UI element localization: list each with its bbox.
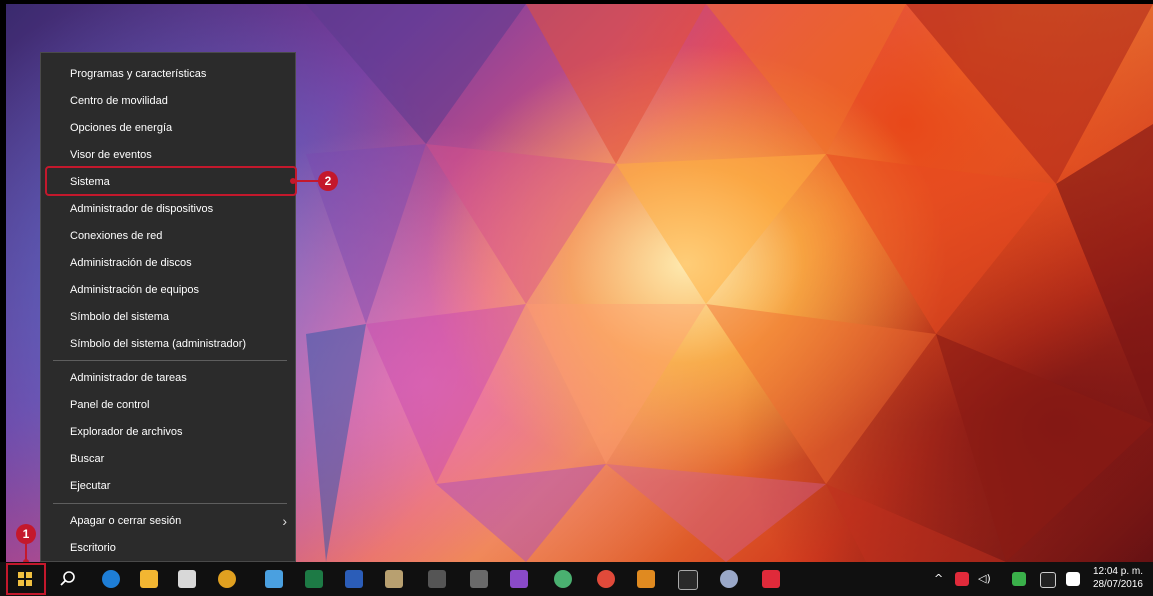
menu-item-control-panel[interactable]: Panel de control xyxy=(41,392,295,418)
system-highlight-box xyxy=(45,166,297,196)
menu-item-shutdown-label: Apagar o cerrar sesión xyxy=(70,515,182,527)
menu-item-task-manager[interactable]: Administrador de tareas xyxy=(41,365,295,391)
callout-2-line xyxy=(295,180,319,182)
menu-item-shutdown-signout[interactable]: Apagar o cerrar sesión › xyxy=(41,508,295,534)
visual-studio-icon[interactable] xyxy=(510,570,528,588)
cube-3d-icon[interactable] xyxy=(265,570,283,588)
store-icon[interactable] xyxy=(178,570,196,588)
menu-item-file-explorer[interactable]: Explorador de archivos xyxy=(41,419,295,445)
menu-item-command-prompt-admin[interactable]: Símbolo del sistema (administrador) xyxy=(41,331,295,357)
network-icon[interactable] xyxy=(1040,572,1056,588)
menu-item-device-manager[interactable]: Administrador de dispositivos xyxy=(41,196,295,222)
callout-2-badge: 2 xyxy=(318,171,338,191)
callout-1-badge: 1 xyxy=(16,524,36,544)
app-p-icon[interactable] xyxy=(762,570,780,588)
clock-date: 28/07/2016 xyxy=(1092,579,1143,590)
f8-app-icon[interactable] xyxy=(428,570,446,588)
screen-left-border xyxy=(0,0,6,562)
edge-icon[interactable] xyxy=(102,570,120,588)
menu-item-computer-management[interactable]: Administración de equipos xyxy=(41,277,295,303)
cmd-icon[interactable] xyxy=(678,570,698,590)
excel-icon[interactable] xyxy=(305,570,323,588)
search-icon[interactable] xyxy=(60,571,76,587)
app-infinity-icon[interactable] xyxy=(218,570,236,588)
tray-app-p-icon[interactable] xyxy=(955,572,969,586)
menu-item-run[interactable]: Ejecutar xyxy=(41,473,295,499)
menu-item-search[interactable]: Buscar xyxy=(41,446,295,472)
app-circle-icon[interactable] xyxy=(720,570,738,588)
clock[interactable]: 12:04 p. m. 28/07/2016 xyxy=(1093,565,1143,591)
menu-item-programs-features[interactable]: Programas y características xyxy=(41,61,295,87)
menu-item-network-connections[interactable]: Conexiones de red xyxy=(41,223,295,249)
menu-item-command-prompt[interactable]: Símbolo del sistema xyxy=(41,304,295,330)
clock-time: 12:04 p. m. xyxy=(1092,566,1143,577)
menu-item-power-options[interactable]: Opciones de energía xyxy=(41,115,295,141)
tray-chevron-up-icon[interactable]: ^ xyxy=(934,572,943,585)
menu-separator xyxy=(53,503,287,504)
chrome-icon[interactable] xyxy=(597,570,615,588)
menu-item-event-viewer[interactable]: Visor de eventos xyxy=(41,142,295,168)
action-center-icon[interactable] xyxy=(1066,572,1080,586)
menu-item-mobility-center[interactable]: Centro de movilidad xyxy=(41,88,295,114)
submenu-chevron-icon: › xyxy=(282,513,287,529)
file-explorer-icon[interactable] xyxy=(140,570,158,588)
start-icon[interactable] xyxy=(18,572,32,586)
taskbar: ^ ◁) 12:04 p. m. 28/07/2016 xyxy=(0,562,1153,596)
media-player-icon[interactable] xyxy=(637,570,655,588)
menu-item-desktop[interactable]: Escritorio xyxy=(41,535,295,561)
menu-separator xyxy=(53,360,287,361)
atom-icon[interactable] xyxy=(554,570,572,588)
tray-app-green-icon[interactable] xyxy=(1012,572,1026,586)
visual-studio-box-icon[interactable] xyxy=(470,570,488,588)
volume-icon[interactable]: ◁) xyxy=(978,572,991,585)
winx-menu: Programas y características Centro de mo… xyxy=(40,52,297,562)
word-icon[interactable] xyxy=(345,570,363,588)
menu-item-disk-management[interactable]: Administración de discos xyxy=(41,250,295,276)
paint-icon[interactable] xyxy=(385,570,403,588)
